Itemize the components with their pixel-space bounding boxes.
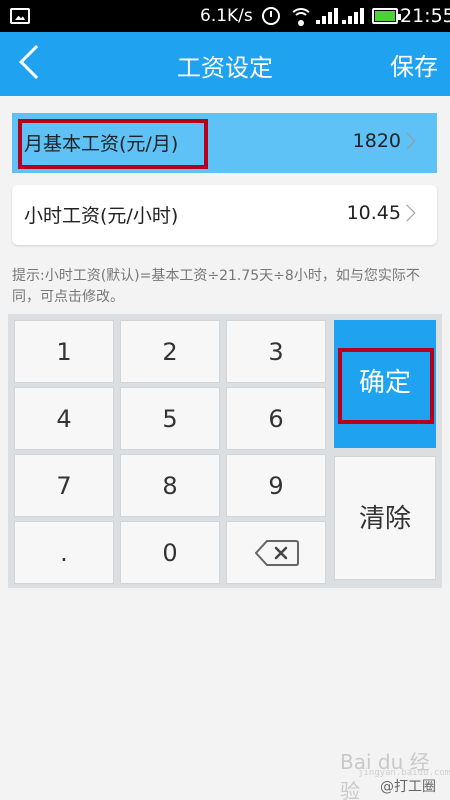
content-area: 月基本工资(元/月) 1820 小时工资(元/小时) 10.45 提示:小时工资… [0, 96, 450, 800]
page-title: 工资设定 [177, 54, 273, 82]
watermark: Bai du 经验 jingyan.baidu.com @打工圈 [340, 746, 450, 800]
hourly-wage-value: 10.45 [346, 202, 401, 224]
key-7[interactable]: 7 [14, 454, 114, 517]
key-9[interactable]: 9 [226, 454, 326, 517]
backspace-button[interactable] [226, 521, 326, 584]
monthly-salary-label: 月基本工资(元/月) [24, 133, 179, 155]
monthly-salary-value: 1820 [352, 130, 401, 152]
status-bar: 6.1K/s 21:55 [0, 0, 450, 32]
confirm-button[interactable]: 确定 [334, 320, 436, 448]
key-1[interactable]: 1 [14, 320, 114, 383]
key-6[interactable]: 6 [226, 387, 326, 450]
key-0[interactable]: 0 [120, 521, 220, 584]
numeric-keypad: 1 2 3 4 5 6 7 8 9 . 0 确定 清除 [8, 314, 442, 588]
save-button[interactable]: 保存 [390, 47, 438, 82]
key-2[interactable]: 2 [120, 320, 220, 383]
confirm-label: 确定 [358, 368, 411, 398]
monthly-salary-row[interactable]: 月基本工资(元/月) 1820 [12, 113, 437, 173]
hourly-wage-label: 小时工资(元/小时) [24, 205, 179, 227]
wifi-icon [290, 6, 312, 26]
title-bar: 工资设定 保存 [0, 32, 450, 96]
key-decimal[interactable]: . [14, 521, 114, 584]
key-4[interactable]: 4 [14, 387, 114, 450]
signal-icon [316, 8, 340, 24]
network-speed: 6.1K/s [200, 6, 253, 26]
watermark-user: @打工圈 [380, 779, 436, 795]
battery-icon [372, 8, 401, 24]
signal-icon [342, 8, 366, 24]
key-3[interactable]: 3 [226, 320, 326, 383]
hint-text: 提示:小时工资(默认)=基本工资÷21.75天÷8小时，如与您实际不同，可点击修… [12, 268, 420, 305]
backspace-icon [255, 540, 299, 566]
chevron-right-icon [398, 204, 416, 222]
alarm-icon [262, 7, 280, 25]
gallery-icon [10, 8, 30, 24]
chevron-right-icon [398, 132, 416, 150]
hourly-wage-row[interactable]: 小时工资(元/小时) 10.45 [12, 185, 437, 245]
key-8[interactable]: 8 [120, 454, 220, 517]
key-5[interactable]: 5 [120, 387, 220, 450]
clock: 21:55 [400, 5, 450, 27]
clear-button[interactable]: 清除 [334, 456, 436, 580]
